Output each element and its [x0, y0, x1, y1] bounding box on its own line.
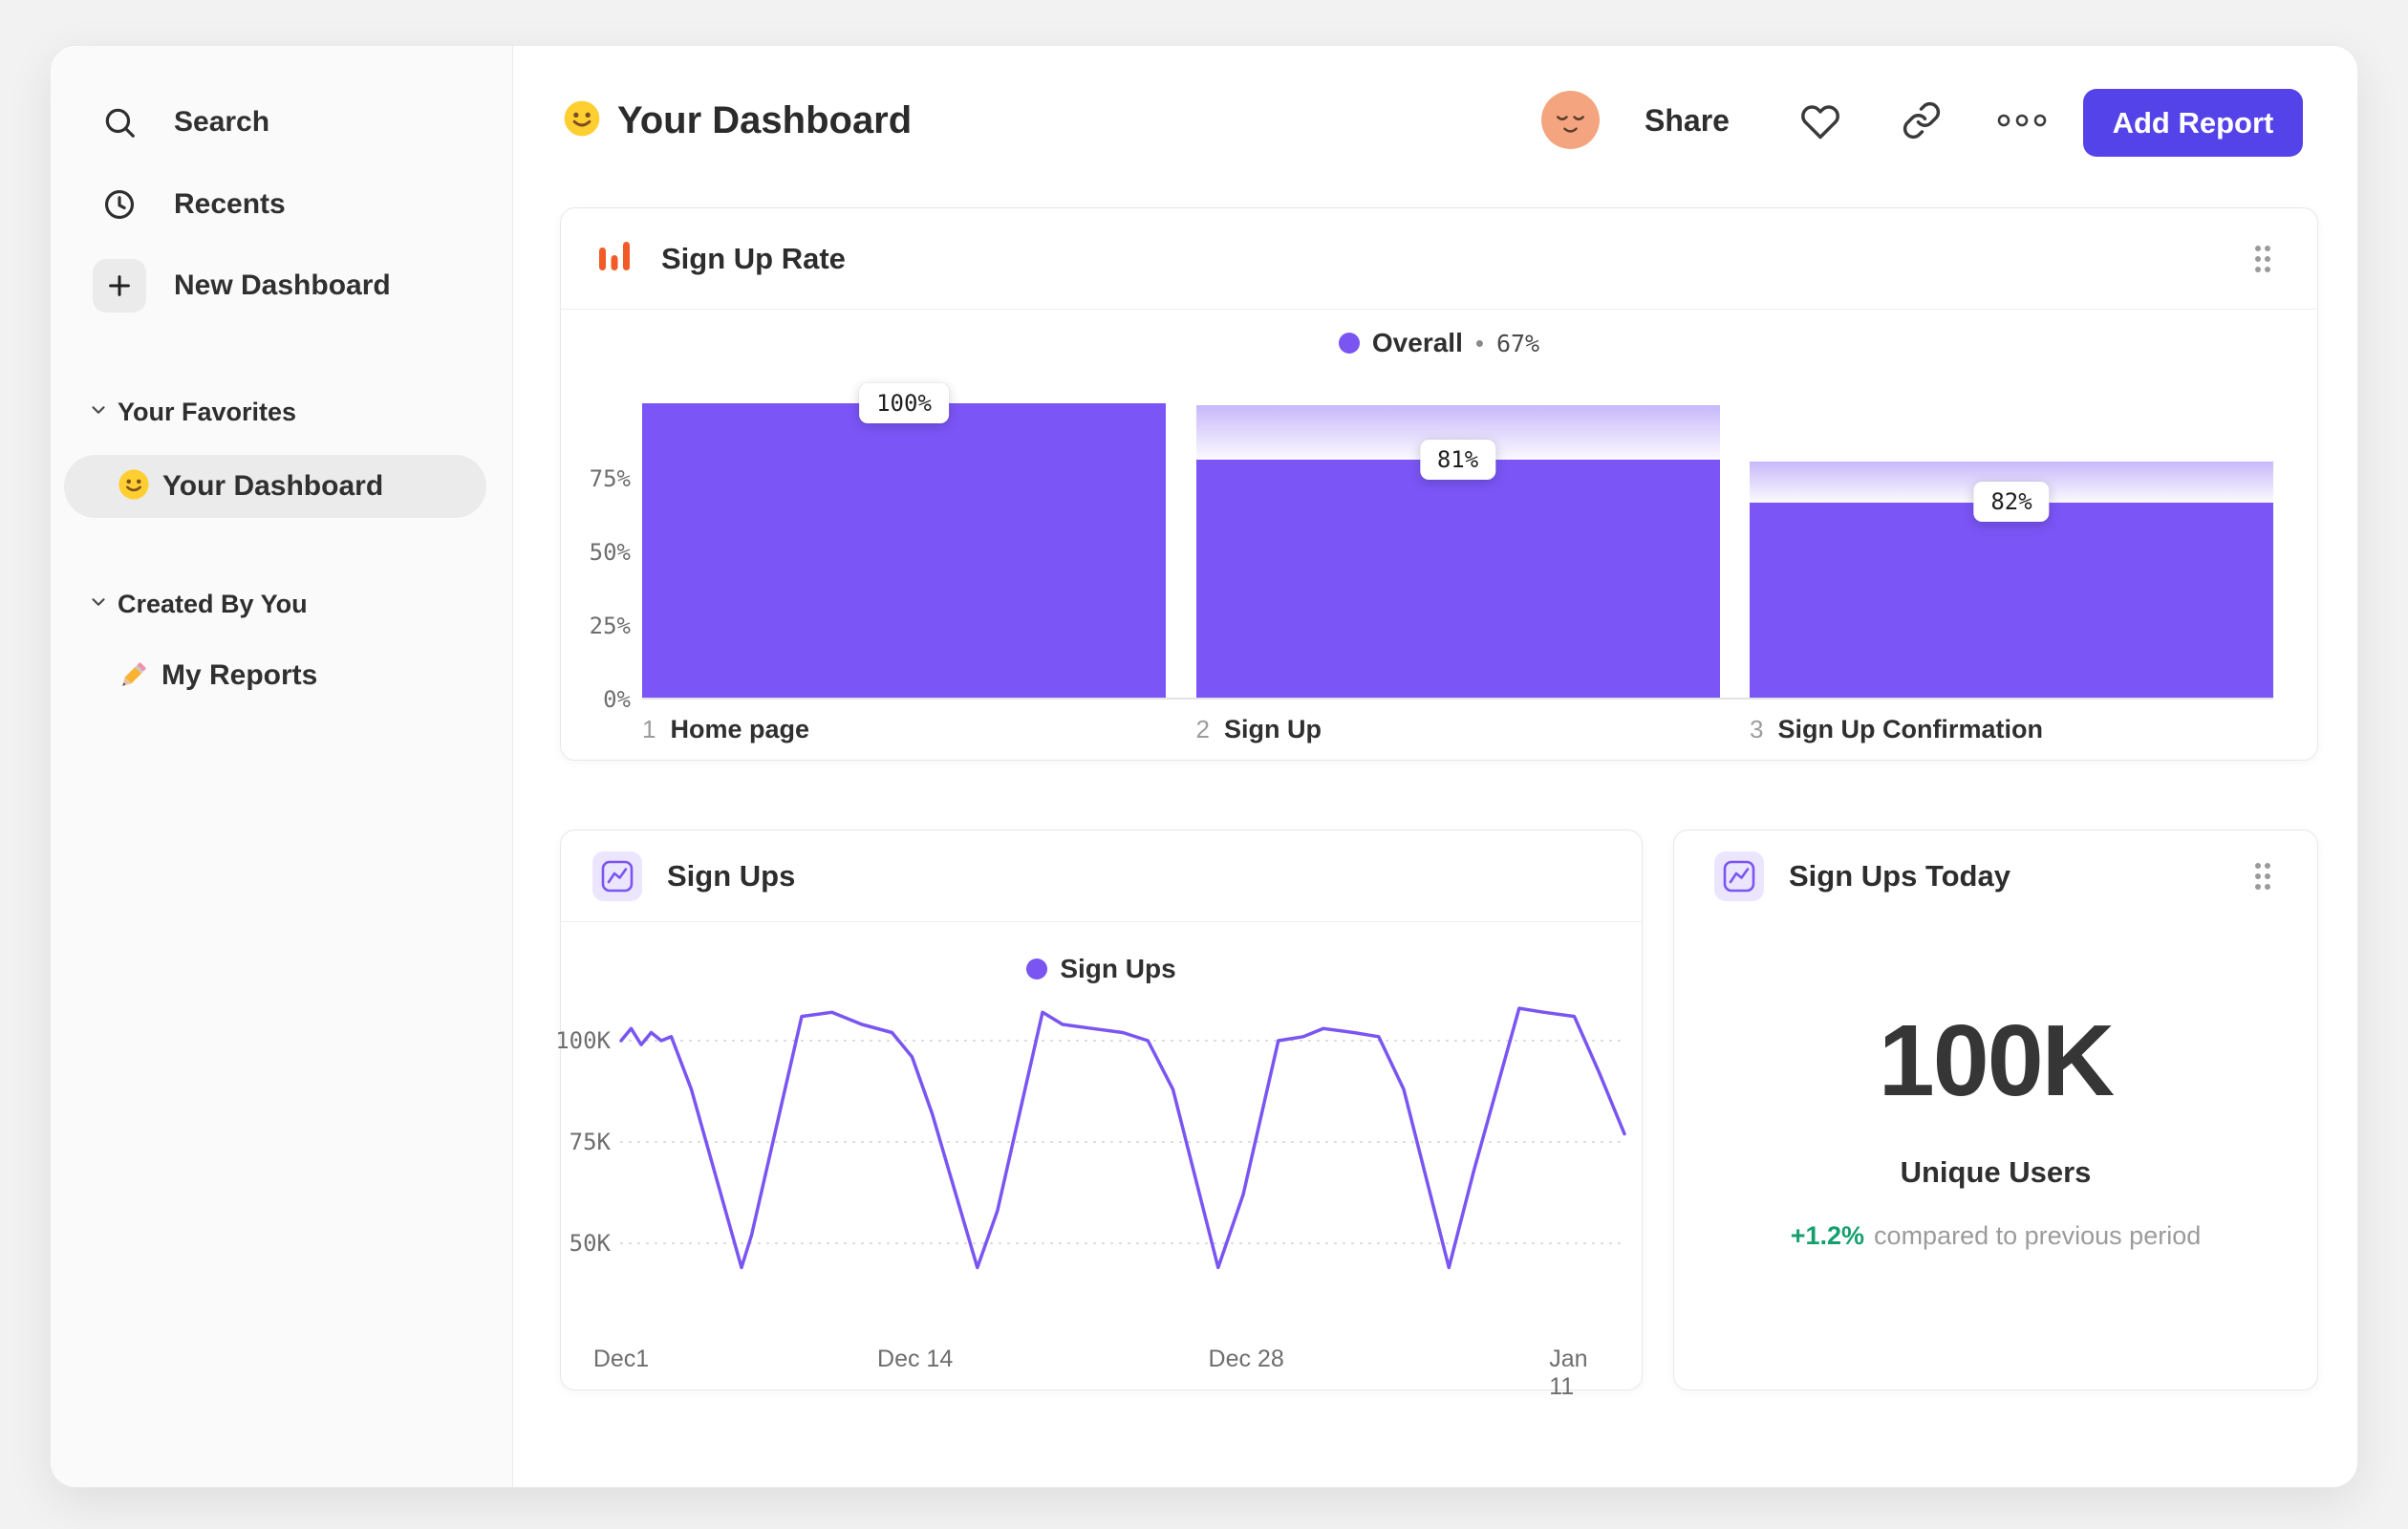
page-title: Your Dashboard — [563, 94, 912, 147]
funnel-y-tick: 75% — [589, 465, 631, 492]
section-created-by-you[interactable]: Created By You — [88, 589, 308, 619]
line-plot[interactable] — [619, 995, 1626, 1301]
section-title: Your Favorites — [118, 397, 297, 426]
sidebar-item-my-reports[interactable]: My Reports — [51, 645, 512, 706]
legend-dot — [1026, 958, 1048, 980]
line-x-tick: Jan 11 — [1549, 1346, 1588, 1400]
bar-chart-icon — [592, 234, 636, 283]
plus-icon — [93, 259, 146, 312]
card-title: Sign Ups — [667, 858, 796, 893]
funnel-legend: Overall • 67% — [561, 310, 2317, 377]
metric-value: 100K — [1878, 1004, 2115, 1117]
funnel-step-label: 2 Sign Up — [1195, 715, 1322, 743]
pencil-emoji-icon — [108, 658, 158, 693]
legend-label: Overall — [1371, 328, 1463, 357]
drag-handle-icon[interactable] — [2251, 860, 2274, 893]
sign-up-rate-card: Sign Up Rate Overall • 67% 0% 25% 50% 75% 1… — [560, 207, 2318, 761]
funnel-bar-solid — [642, 403, 1166, 698]
sign-ups-today-card: Sign Ups Today 100K Unique Users +1.2% co… — [1673, 829, 2318, 1390]
funnel-plot[interactable]: 100% 81% 82% — [642, 383, 2273, 700]
line-chart-icon — [592, 851, 642, 901]
funnel-bar-step-1[interactable]: 100% — [642, 383, 1166, 698]
legend-value: 67% — [1495, 329, 1540, 357]
funnel-step-labels: 1 Home page 2 Sign Up 3 Sign Up Confirmation — [642, 715, 2273, 747]
more-options-icon[interactable] — [1995, 105, 2049, 136]
sidebar-item-label: My Reports — [161, 659, 318, 691]
metric-delta: +1.2% compared to previous period — [1674, 1221, 2317, 1251]
smiley-emoji-icon — [118, 468, 150, 506]
funnel-bar-step-3[interactable]: 82% — [1750, 405, 2273, 698]
delta-note: compared to previous period — [1874, 1221, 2202, 1250]
line-y-tick: 75K — [569, 1129, 611, 1155]
funnel-y-tick: 50% — [589, 539, 631, 566]
funnel-bar-solid — [1195, 459, 1720, 698]
sign-ups-card: Sign Ups Sign Ups 100K 75K 50K Dec1 Dec 14 D… — [555, 829, 1643, 1400]
sidebar-item-your-dashboard-selected[interactable]: Your Dashboard — [64, 455, 486, 518]
funnel-bar-step-2[interactable]: 81% — [1195, 405, 1720, 698]
line-y-tick: 100K — [555, 1027, 611, 1054]
line-chart-icon — [1714, 851, 1764, 901]
main-content: Your Dashboard Share Add Report Sign Up … — [513, 46, 2357, 1487]
sidebar: Search Recents New Dashboard Your Favori… — [51, 46, 513, 1487]
funnel-bar-solid — [1750, 502, 2273, 698]
favorite-heart-icon[interactable] — [1799, 99, 1841, 141]
line-y-axis: 100K 75K 50K — [555, 995, 611, 1301]
section-title: Created By You — [118, 589, 308, 618]
search-icon — [93, 104, 146, 140]
sidebar-item-new-dashboard[interactable]: New Dashboard — [51, 255, 512, 316]
chevron-down-icon — [88, 399, 109, 425]
add-report-button[interactable]: Add Report — [2083, 89, 2303, 157]
funnel-y-axis: 0% 25% 50% 75% — [561, 405, 631, 713]
chevron-down-icon — [88, 592, 109, 617]
funnel-value-chip: 82% — [1973, 482, 2050, 523]
sidebar-item-label: New Dashboard — [174, 269, 391, 301]
sidebar-item-label: Search — [174, 106, 270, 138]
line-x-tick: Dec 14 — [877, 1346, 954, 1372]
copy-link-icon[interactable] — [1901, 99, 1943, 141]
user-avatar[interactable] — [1541, 91, 1600, 149]
sidebar-item-label: Your Dashboard — [162, 470, 384, 502]
funnel-step-label: 1 Home page — [642, 715, 810, 743]
metric-label: Unique Users — [1900, 1155, 2092, 1189]
card-header: Sign Ups — [561, 830, 1642, 922]
card-header: Sign Ups Today — [1674, 830, 2317, 922]
dashboard-emoji-icon — [563, 99, 601, 142]
sidebar-item-recents[interactable]: Recents — [51, 174, 512, 235]
funnel-step-label: 3 Sign Up Confirmation — [1750, 715, 2043, 743]
sidebar-item-search[interactable]: Search — [51, 92, 512, 153]
card-title: Sign Ups Today — [1789, 859, 2010, 893]
legend-separator: • — [1474, 328, 1484, 357]
app-window: Search Recents New Dashboard Your Favori… — [51, 46, 2357, 1487]
sidebar-item-label: Recents — [174, 188, 286, 220]
card-title: Sign Up Rate — [661, 241, 846, 275]
legend-dot — [1338, 333, 1360, 354]
funnel-y-tick: 25% — [589, 613, 631, 639]
drag-handle-icon[interactable] — [2251, 243, 2274, 275]
line-x-tick: Dec1 — [592, 1346, 650, 1372]
funnel-value-chip: 81% — [1419, 439, 1496, 480]
funnel-value-chip: 100% — [859, 383, 949, 423]
page-title-text: Your Dashboard — [617, 98, 913, 141]
line-y-tick: 50K — [569, 1230, 611, 1257]
delta-percent: +1.2% — [1790, 1221, 1865, 1250]
line-x-axis: Dec1 Dec 14 Dec 28 Jan 11 — [593, 1346, 1624, 1400]
line-x-tick: Dec 28 — [1208, 1346, 1284, 1372]
share-button[interactable]: Share — [1645, 103, 1730, 139]
legend-label: Sign Ups — [1060, 954, 1176, 983]
funnel-y-tick: 0% — [603, 686, 631, 713]
card-header: Sign Up Rate — [561, 208, 2317, 310]
section-your-favorites[interactable]: Your Favorites — [88, 397, 296, 427]
clock-icon — [93, 186, 146, 223]
